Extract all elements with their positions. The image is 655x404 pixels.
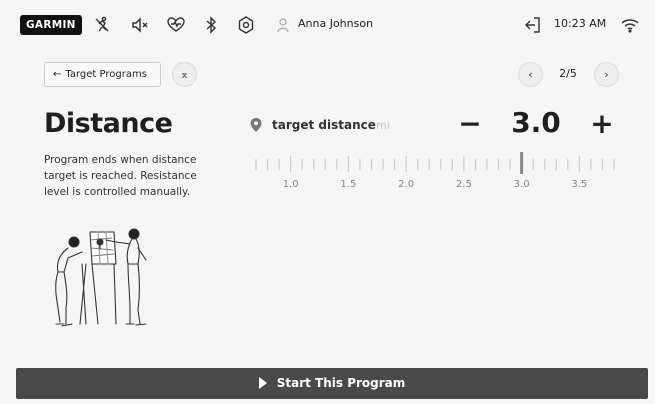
ruler-tick-label: 1.5 xyxy=(340,179,357,190)
back-button[interactable]: ← Target Programs xyxy=(44,62,161,87)
ruler-tick-label: 2.5 xyxy=(455,179,472,190)
ruler-tick-label: 3.0 xyxy=(513,179,530,190)
clock: 10:23 AM xyxy=(554,17,607,30)
increase-button[interactable]: + xyxy=(589,110,615,140)
start-program-button[interactable]: Start This Program xyxy=(16,368,648,399)
people-with-map-illustration xyxy=(55,228,147,327)
chevron-left-icon: ‹ xyxy=(528,68,533,81)
decrease-button[interactable]: − xyxy=(458,110,482,140)
user-icon xyxy=(276,15,290,35)
program-description: Program ends when distance target is rea… xyxy=(44,154,197,198)
user-name[interactable]: Anna Johnson xyxy=(298,17,373,30)
previous-page-button[interactable]: ‹ xyxy=(518,62,543,87)
status-bar: GARMIN Anna Johnson 10:23 AM xyxy=(0,0,655,50)
volume-icon[interactable] xyxy=(130,15,150,35)
arrow-left-icon: ← xyxy=(53,69,62,80)
target-unit: mi xyxy=(376,119,390,132)
ruler-tick-label: 2.0 xyxy=(398,179,415,190)
expand-button[interactable]: ⌅ xyxy=(172,62,197,87)
distance-slider[interactable]: 1.0 1.5 2.0 2.5 3.0 3.5 xyxy=(250,150,620,194)
garmin-logo: GARMIN xyxy=(20,15,82,35)
start-program-label: Start This Program xyxy=(276,376,406,390)
ruler-ticks xyxy=(255,152,615,174)
target-label: target distance xyxy=(272,118,376,132)
target-value: 3.0 xyxy=(511,106,561,139)
no-run-icon[interactable] xyxy=(92,15,112,35)
program-title: Distance xyxy=(44,108,173,139)
bluetooth-icon[interactable] xyxy=(201,15,221,35)
exit-icon[interactable] xyxy=(523,15,543,35)
ruler-tick-label: 3.5 xyxy=(571,179,588,190)
ruler-tick-label: 1.0 xyxy=(282,179,299,190)
chevron-right-icon: › xyxy=(604,68,609,81)
page-indicator: 2/5 xyxy=(559,67,577,80)
play-icon xyxy=(258,376,267,389)
settings-icon[interactable] xyxy=(236,15,256,35)
wifi-icon[interactable] xyxy=(620,15,640,35)
location-pin-icon xyxy=(250,118,262,132)
back-button-label: Target Programs xyxy=(65,69,147,80)
heart-icon[interactable] xyxy=(166,15,186,35)
next-page-button[interactable]: › xyxy=(594,62,619,87)
collapse-arrow-icon: ⌅ xyxy=(179,68,190,81)
